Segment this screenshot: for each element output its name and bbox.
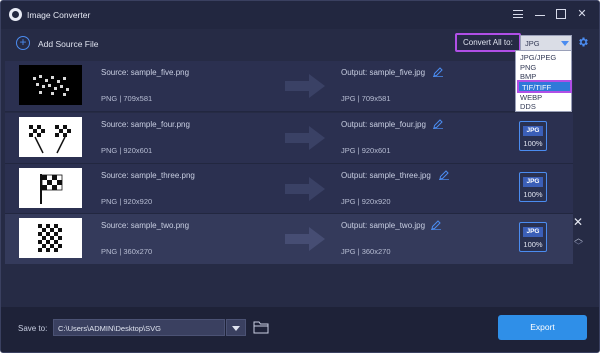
output-quality: 100%: [523, 190, 543, 199]
arrow-right-icon: [285, 74, 325, 98]
thumbnail-image: [19, 218, 82, 258]
footer-bar: Save to: C:\Users\ADMIN\Desktop\SVG Expo…: [1, 307, 599, 352]
source-meta: PNG | 920x601: [101, 146, 153, 155]
output-format-button[interactable]: JPG 100%: [519, 121, 547, 151]
output-filename: Output: sample_two.jpg: [341, 221, 426, 230]
add-source-file-button[interactable]: Add Source File: [38, 39, 98, 49]
output-format-button[interactable]: JPG 100%: [519, 222, 547, 252]
save-path-field[interactable]: C:\Users\ADMIN\Desktop\SVG: [53, 319, 225, 336]
format-select-value: JPG: [525, 39, 540, 48]
output-meta: JPG | 920x920: [341, 197, 391, 206]
file-row[interactable]: Source: sample_two.png PNG | 360x270 Out…: [5, 214, 573, 264]
output-filename: Output: sample_three.jpg: [341, 171, 431, 180]
app-logo-icon: [9, 8, 22, 21]
format-dropdown-menu: JPG/JPEG PNG BMP TIF/TIFF WEBP DDS: [515, 50, 572, 112]
edit-icon[interactable]: [433, 67, 443, 77]
output-format-type: JPG: [523, 227, 543, 237]
arrow-right-icon: [285, 177, 325, 201]
output-meta: JPG | 709x581: [341, 94, 391, 103]
remove-row-icon[interactable]: ✕: [573, 215, 583, 229]
arrow-right-icon: [285, 126, 325, 150]
convert-all-highlight: Convert All to:: [455, 33, 521, 52]
save-path-dropdown[interactable]: [226, 319, 246, 336]
output-meta: JPG | 360x270: [341, 247, 391, 256]
thumbnail-image: [19, 65, 82, 105]
menu-icon[interactable]: [511, 7, 525, 21]
output-filename: Output: sample_four.jpg: [341, 120, 426, 129]
dropdown-option[interactable]: WEBP: [520, 93, 542, 102]
output-format-type: JPG: [523, 126, 543, 136]
app-title: Image Converter: [27, 10, 91, 20]
source-meta: PNG | 709x581: [101, 94, 153, 103]
chevron-down-icon: [232, 326, 240, 331]
chevron-down-icon[interactable]: [561, 41, 569, 46]
title-bar: Image Converter ✕: [1, 1, 599, 29]
row-divider: [5, 111, 573, 112]
file-row[interactable]: Source: sample_five.png PNG | 709x581 Ou…: [5, 61, 573, 111]
edit-icon[interactable]: [439, 170, 449, 180]
source-filename: Source: sample_two.png: [101, 221, 190, 230]
source-filename: Source: sample_three.png: [101, 171, 195, 180]
source-filename: Source: sample_four.png: [101, 120, 190, 129]
output-meta: JPG | 920x601: [341, 146, 391, 155]
chevron-down-icon[interactable]: ﹀: [574, 239, 583, 252]
save-to-label: Save to:: [18, 324, 48, 333]
output-format-button[interactable]: JPG 100%: [519, 172, 547, 202]
source-meta: PNG | 360x270: [101, 247, 153, 256]
arrow-right-icon: [285, 227, 325, 251]
output-quality: 100%: [523, 139, 543, 148]
output-format-type: JPG: [523, 177, 543, 187]
dropdown-option[interactable]: JPG/JPEG: [520, 53, 556, 62]
gear-icon[interactable]: [577, 36, 589, 48]
minimize-icon[interactable]: [533, 7, 547, 21]
file-list: Source: sample_five.png PNG | 709x581 Ou…: [5, 61, 573, 307]
output-quality: 100%: [523, 240, 543, 249]
convert-all-label: Convert All to:: [463, 38, 513, 47]
maximize-icon[interactable]: [554, 7, 568, 21]
export-button[interactable]: Export: [498, 315, 587, 340]
save-path-value: C:\Users\ADMIN\Desktop\SVG: [58, 324, 161, 333]
app-window: Image Converter ✕ + Add Source File Conv…: [0, 0, 600, 353]
source-meta: PNG | 920x920: [101, 197, 153, 206]
source-filename: Source: sample_five.png: [101, 68, 190, 77]
thumbnail-image: [19, 168, 82, 208]
dropdown-option[interactable]: PNG: [520, 63, 536, 72]
edit-icon[interactable]: [431, 220, 441, 230]
close-icon[interactable]: ✕: [575, 7, 589, 21]
edit-icon[interactable]: [433, 119, 443, 129]
file-row[interactable]: Source: sample_three.png PNG | 920x920 O…: [5, 164, 573, 214]
folder-icon[interactable]: [253, 320, 269, 334]
thumbnail-image: [19, 117, 82, 157]
toolbar: + Add Source File Convert All to: JPG: [1, 29, 599, 61]
add-icon[interactable]: +: [16, 36, 30, 50]
dropdown-option[interactable]: DDS: [520, 102, 536, 111]
convert-all-format-select[interactable]: JPG: [520, 35, 572, 51]
file-row[interactable]: Source: sample_four.png PNG | 920x601 Ou…: [5, 113, 573, 163]
dropdown-option-highlighted[interactable]: TIF/TIFF: [517, 80, 572, 93]
output-filename: Output: sample_five.jpg: [341, 68, 426, 77]
